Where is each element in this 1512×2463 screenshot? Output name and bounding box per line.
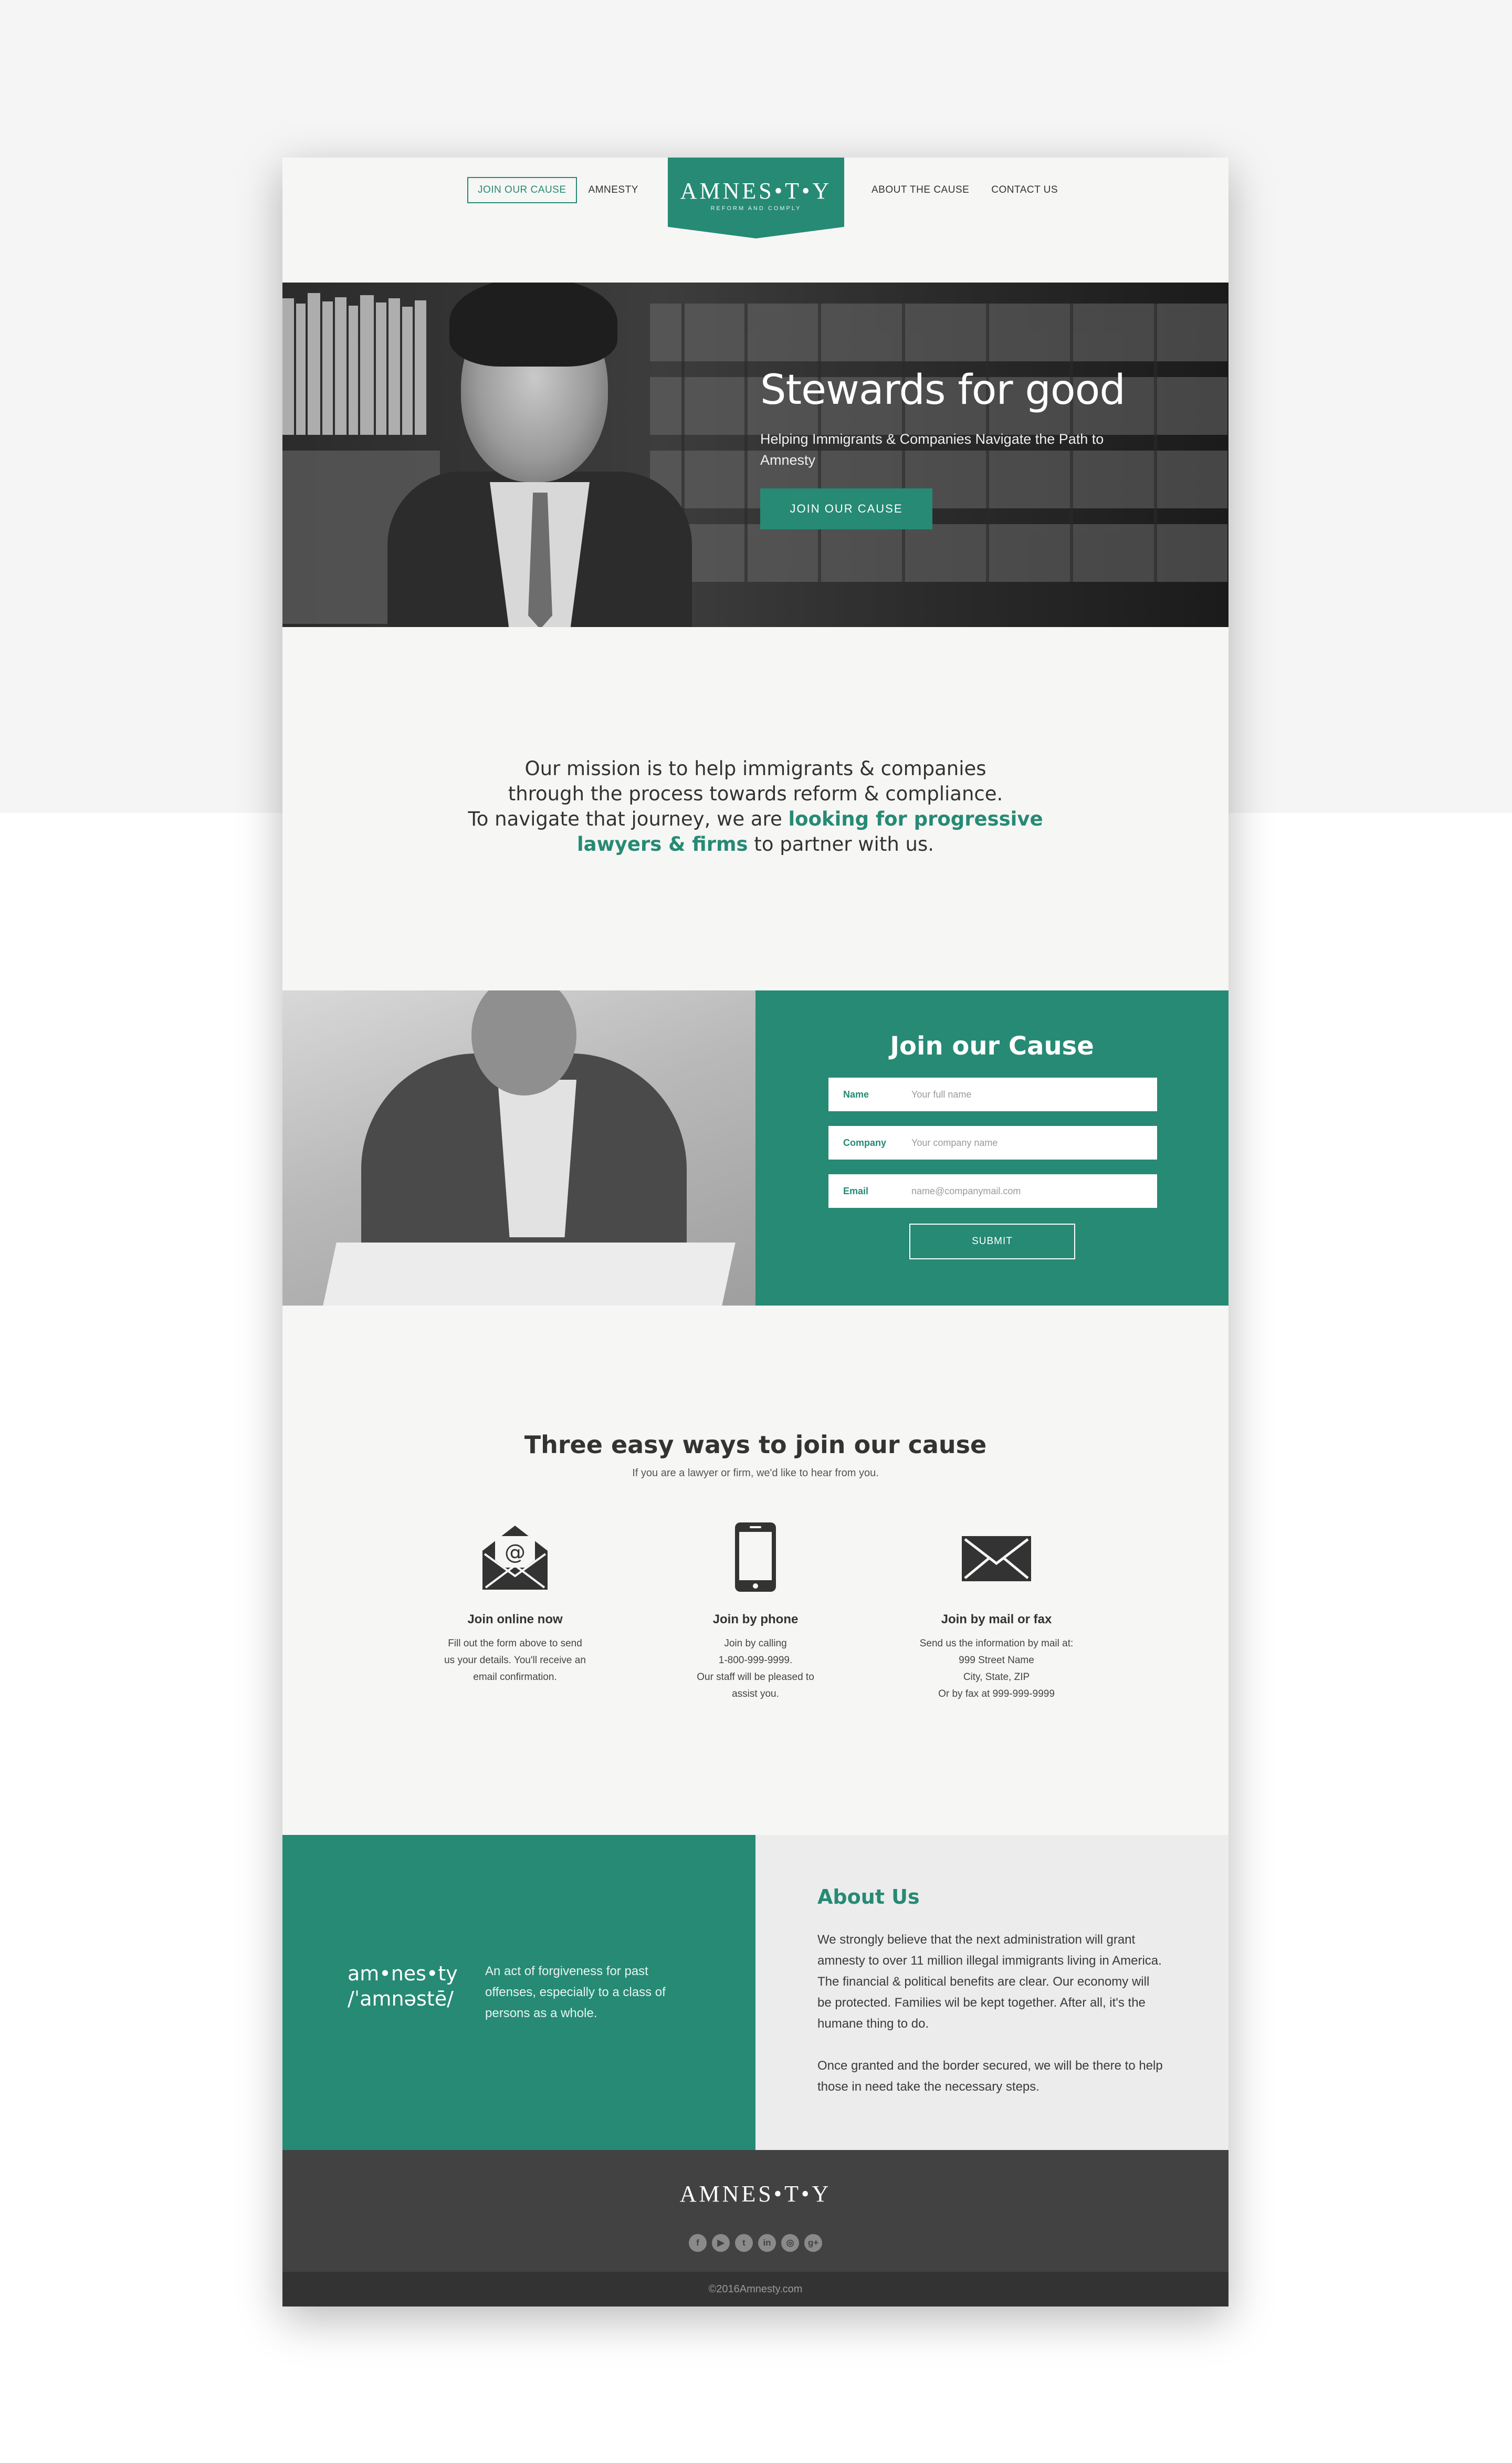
hero-portrait-hair [449, 283, 617, 367]
youtube-icon[interactable]: ▶ [712, 2234, 730, 2252]
way-line: Send us the information by mail at: [919, 1638, 1074, 1649]
about-paragraph: Once granted and the border secured, we … [817, 2059, 1163, 2094]
mission-line: Our mission is to help immigrants & comp… [524, 757, 986, 780]
way-description: Join by calling 1-800-999-9999. Our staf… [661, 1635, 850, 1703]
way-line: City, State, ZIP [963, 1672, 1030, 1683]
way-line: 999 Street Name [959, 1655, 1034, 1666]
footer: AMNES•T•Y f ▶ t in ◎ g+ [282, 2150, 1228, 2272]
mission-text: To navigate that journey, we are [468, 808, 789, 830]
way-line: us your details. You'll receive an [444, 1655, 586, 1666]
join-form-title: Join our Cause [890, 1031, 1094, 1061]
way-online: @ Join online now Fill out the form abov… [421, 1518, 610, 1686]
hero-subtitle: Helping Immigrants & Companies Navigate … [760, 431, 1104, 468]
facebook-icon[interactable]: f [689, 2234, 707, 2252]
googleplus-icon[interactable]: g+ [804, 2234, 822, 2252]
name-field: Name [828, 1078, 1157, 1111]
nav-right-group: ABOUT THE CAUSE CONTACT US [872, 177, 1058, 203]
nav-join-button[interactable]: JOIN OUR CAUSE [467, 177, 577, 203]
logo-wordmark: AMNES•T•Y [680, 178, 832, 204]
mission-text: to partner with us. [748, 833, 934, 855]
twitter-icon[interactable]: t [735, 2234, 753, 2252]
photo-paper [323, 1243, 736, 1306]
phone-icon [661, 1518, 850, 1596]
nav-left-group: JOIN OUR CAUSE AMNESTY [467, 177, 638, 203]
way-title: Join by phone [712, 1612, 799, 1626]
way-line: Or by fax at 999-999-9999 [938, 1688, 1055, 1699]
company-label: Company [843, 1137, 887, 1148]
copyright-bar: ©2016Amnesty.com [282, 2272, 1228, 2307]
way-line: 1-800-999-9999. [718, 1655, 793, 1666]
mission-statement: Our mission is to help immigrants & comp… [282, 756, 1228, 857]
hero-section: Stewards for good Helping Immigrants & C… [282, 283, 1228, 627]
envelope-icon [902, 1518, 1091, 1596]
hero-title: Stewards for good [760, 367, 1126, 414]
email-input[interactable] [911, 1174, 1157, 1208]
linkedin-icon[interactable]: in [758, 2234, 776, 2252]
nav-link-about[interactable]: ABOUT THE CAUSE [872, 184, 969, 196]
way-line: email confirmation. [473, 1672, 557, 1683]
instagram-icon[interactable]: ◎ [781, 2234, 799, 2252]
writing-man-photo [282, 990, 755, 1306]
company-field: Company [828, 1126, 1157, 1160]
ways-title: Three easy ways to join our cause [524, 1431, 987, 1459]
about-title: About Us [817, 1885, 920, 1908]
about-panel: About Us We strongly believe that the ne… [755, 1835, 1228, 2150]
definition-panel: am•nes•ty /ˈamnəstē/ An act of forgivene… [282, 1835, 755, 2150]
name-input[interactable] [911, 1078, 1157, 1111]
name-label: Name [843, 1089, 869, 1100]
way-mail: Join by mail or fax Send us the informat… [902, 1518, 1091, 1703]
way-line: Our staff will be pleased to [697, 1672, 814, 1683]
hero-join-button[interactable]: JOIN OUR CAUSE [760, 488, 932, 529]
definition-text: An act of forgiveness for past offenses,… [485, 1964, 666, 2020]
way-line: Join by calling [724, 1638, 787, 1649]
nav-link-amnesty[interactable]: AMNESTY [589, 184, 638, 196]
email-field: Email [828, 1174, 1157, 1208]
logo-banner[interactable]: AMNES•T•Y REFORM AND COMPLY [668, 158, 844, 238]
way-title: Join online now [467, 1612, 563, 1626]
mission-line: lawyers & firms to partner with us. [282, 832, 1228, 857]
social-links: f ▶ t in ◎ g+ [282, 2234, 1228, 2252]
nav-link-contact[interactable]: CONTACT US [991, 184, 1058, 196]
about-paragraph: We strongly believe that the next admini… [817, 1933, 1162, 2031]
photo-shirt [498, 1080, 576, 1237]
way-line: Fill out the form above to send [448, 1638, 582, 1649]
logo-tagline: REFORM AND COMPLY [710, 205, 802, 212]
email-label: Email [843, 1185, 869, 1196]
way-line: assist you. [732, 1688, 779, 1699]
definition-pronunciation: /ˈamnəstē/ [348, 1987, 454, 2010]
about-text: We strongly believe that the next admini… [817, 1929, 1164, 2097]
email-open-icon: @ [421, 1518, 610, 1596]
definition-word: am•nes•ty /ˈamnəstē/ [348, 1961, 458, 2011]
definition-syllables: am•nes•ty [348, 1962, 458, 1985]
svg-text:@: @ [505, 1540, 526, 1564]
top-nav: JOIN OUR CAUSE AMNESTY AMNES•T•Y REFORM … [282, 158, 1228, 283]
mission-line: through the process towards reform & com… [508, 782, 1003, 805]
mission-highlight: looking for progressive [788, 808, 1043, 830]
join-form-panel: Join our Cause Name Company Email SUBMIT [755, 990, 1228, 1306]
way-description: Fill out the form above to send us your … [421, 1635, 610, 1686]
mission-line: To navigate that journey, we are looking… [282, 807, 1228, 832]
ways-subtitle: If you are a lawyer or firm, we'd like t… [632, 1467, 879, 1479]
company-input[interactable] [911, 1126, 1157, 1160]
footer-logo[interactable]: AMNES•T•Y [282, 2180, 1228, 2207]
way-description: Send us the information by mail at: 999 … [902, 1635, 1091, 1703]
page-card: JOIN OUR CAUSE AMNESTY AMNES•T•Y REFORM … [282, 158, 1228, 2307]
mission-highlight: lawyers & firms [576, 833, 748, 855]
submit-button[interactable]: SUBMIT [909, 1224, 1075, 1259]
way-title: Join by mail or fax [941, 1612, 1052, 1626]
way-phone: Join by phone Join by calling 1-800-999-… [661, 1518, 850, 1703]
